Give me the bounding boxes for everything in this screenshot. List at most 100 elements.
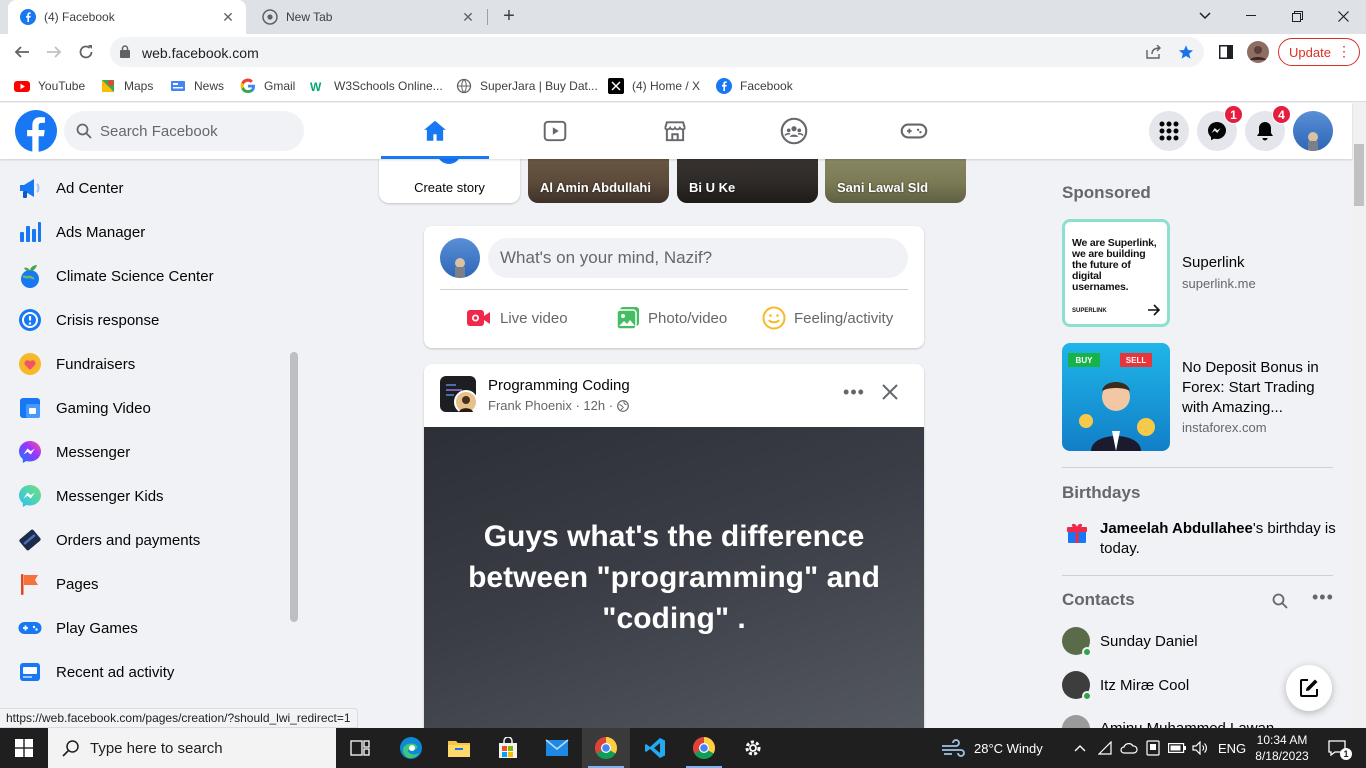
sidebar-item-ads-manager[interactable]: Ads Manager: [8, 210, 288, 254]
network-icon[interactable]: [1098, 728, 1114, 768]
notifications-button[interactable]: 4: [1245, 105, 1291, 151]
action-center-button[interactable]: 1: [1322, 728, 1352, 768]
nav-watch[interactable]: [501, 103, 609, 159]
start-button[interactable]: [0, 728, 48, 768]
sidebar-item-climate-science-center[interactable]: Climate Science Center: [8, 254, 288, 298]
birthday-name[interactable]: Jameelah Abdullahee: [1100, 520, 1253, 537]
news-icon: [171, 81, 185, 91]
post-time[interactable]: 12h: [583, 398, 605, 413]
battery-icon[interactable]: [1168, 728, 1186, 768]
taskbar-search-input[interactable]: Type here to search: [48, 728, 336, 768]
chrome-profile-taskbar-icon[interactable]: [680, 728, 728, 768]
sidebar-item-play-games[interactable]: Play Games: [8, 606, 288, 650]
chrome-taskbar-icon[interactable]: [582, 728, 630, 768]
file-explorer-icon[interactable]: [435, 728, 483, 768]
task-view-icon[interactable]: [336, 728, 384, 768]
photo-video-button[interactable]: Photo/video: [616, 304, 727, 332]
bookmark-news[interactable]: News: [170, 76, 224, 96]
tab-facebook[interactable]: (4) Facebook ✕: [8, 0, 246, 34]
meet-now-icon[interactable]: [1146, 728, 1160, 768]
vscode-icon[interactable]: [631, 728, 679, 768]
edge-icon[interactable]: [387, 728, 435, 768]
bookmark-gmail[interactable]: Gmail: [240, 76, 295, 96]
back-arrow-icon[interactable]: [10, 40, 34, 64]
sidebar-item-label: Crisis response: [56, 311, 160, 329]
left-sidebar-scroll-thumb[interactable]: [290, 352, 298, 622]
bookmark-star-icon[interactable]: [1178, 44, 1194, 60]
bookmark-x[interactable]: (4) Home / X: [608, 76, 700, 96]
share-icon[interactable]: [1146, 45, 1162, 59]
search-contacts-icon[interactable]: [1272, 593, 1288, 609]
update-button[interactable]: Update ⋮: [1278, 38, 1360, 66]
bookmark-w3schools[interactable]: W W3Schools Online...: [310, 76, 443, 96]
bookmark-superjara[interactable]: SuperJara | Buy Dat...: [456, 76, 598, 96]
post-more-options-icon[interactable]: •••: [842, 380, 866, 404]
volume-icon[interactable]: [1192, 728, 1208, 768]
reload-icon[interactable]: [74, 40, 98, 64]
menu-button[interactable]: [1149, 111, 1189, 151]
bookmark-facebook[interactable]: Facebook: [716, 76, 793, 96]
author-avatar[interactable]: [454, 390, 478, 414]
sponsored-ad-superlink[interactable]: We are Superlink, we are building the fu…: [1062, 219, 1338, 327]
tab-new-tab[interactable]: New Tab ✕: [250, 0, 486, 34]
post-group-name[interactable]: Programming Coding: [488, 377, 630, 394]
sidebar-item-fundraisers[interactable]: Fundraisers: [8, 342, 288, 386]
bookmark-youtube[interactable]: YouTube: [14, 76, 85, 96]
feeling-activity-button[interactable]: Feeling/activity: [762, 304, 893, 332]
story-card[interactable]: Al Amin Abdullahi: [528, 153, 669, 203]
nav-marketplace[interactable]: [621, 103, 729, 159]
restore-icon[interactable]: [1274, 0, 1320, 32]
whats-on-your-mind-input[interactable]: What's on your mind, Nazif?: [488, 238, 908, 278]
mail-icon[interactable]: [533, 728, 581, 768]
minimize-icon[interactable]: [1228, 0, 1274, 32]
nav-home[interactable]: [381, 103, 489, 159]
new-message-button[interactable]: [1286, 665, 1332, 711]
contact-item[interactable]: Sunday Daniel: [1062, 619, 1338, 663]
live-video-button[interactable]: Live video: [466, 304, 568, 332]
bookmark-maps[interactable]: Maps: [100, 76, 153, 96]
contacts-more-options-icon[interactable]: •••: [1312, 587, 1334, 608]
close-tab-icon[interactable]: ✕: [218, 7, 238, 27]
meta-separator: ·: [605, 398, 617, 413]
account-avatar[interactable]: [1293, 111, 1333, 151]
sidebar-item-messenger-kids[interactable]: Messenger Kids: [8, 474, 288, 518]
story-card[interactable]: Bi U Ke: [677, 153, 818, 203]
nav-gaming[interactable]: [860, 103, 968, 159]
create-story-card[interactable]: Create story: [379, 153, 520, 203]
sidebar-item-recent-ad-activity[interactable]: Recent ad activity: [8, 650, 288, 694]
taskbar-clock[interactable]: 10:34 AM 8/18/2023: [1252, 732, 1312, 764]
settings-gear-icon[interactable]: [729, 728, 777, 768]
profile-avatar[interactable]: [1246, 40, 1270, 64]
tab-search-chevron-icon[interactable]: [1182, 0, 1228, 32]
close-window-icon[interactable]: [1320, 0, 1366, 32]
sponsored-ad-instaforex[interactable]: BUY SELL No Deposit Bonus in Forex: Star…: [1062, 343, 1338, 451]
page-scroll-thumb[interactable]: [1354, 144, 1364, 206]
messenger-button[interactable]: 1: [1197, 105, 1243, 151]
side-panel-icon[interactable]: [1214, 40, 1238, 64]
post-author[interactable]: Frank Phoenix: [488, 398, 572, 413]
sidebar-item-pages[interactable]: Pages: [8, 562, 288, 606]
new-tab-button[interactable]: +: [498, 6, 520, 28]
chrome-menu-icon[interactable]: ⋮: [1337, 43, 1351, 60]
weather-widget[interactable]: 28°C Windy: [940, 728, 1043, 768]
close-tab-icon[interactable]: ✕: [458, 7, 478, 27]
forward-arrow-icon[interactable]: [42, 40, 66, 64]
sidebar-item-gaming-video[interactable]: Gaming Video: [8, 386, 288, 430]
show-hidden-icons-chevron-icon[interactable]: [1074, 728, 1086, 768]
user-avatar[interactable]: [440, 238, 480, 278]
sidebar-item-orders-and-payments[interactable]: Orders and payments: [8, 518, 288, 562]
story-card[interactable]: Sani Lawal Sld: [825, 153, 966, 203]
sidebar-item-crisis-response[interactable]: Crisis response: [8, 298, 288, 342]
contact-item[interactable]: Aminu Muhammed Lawan: [1062, 707, 1338, 728]
onedrive-cloud-icon[interactable]: [1120, 728, 1138, 768]
post-text-background[interactable]: Guys what's the difference between "prog…: [424, 427, 924, 728]
input-language-indicator[interactable]: ENG: [1218, 728, 1246, 768]
microsoft-store-icon[interactable]: [484, 728, 532, 768]
facebook-logo-icon[interactable]: [15, 110, 57, 152]
hide-post-close-icon[interactable]: [878, 380, 902, 404]
sidebar-item-messenger[interactable]: Messenger: [8, 430, 288, 474]
sidebar-item-ad-center[interactable]: Ad Center: [8, 166, 288, 210]
address-bar[interactable]: web.facebook.com: [110, 37, 1204, 67]
facebook-search-input[interactable]: Search Facebook: [64, 111, 304, 151]
nav-groups[interactable]: [740, 103, 848, 159]
